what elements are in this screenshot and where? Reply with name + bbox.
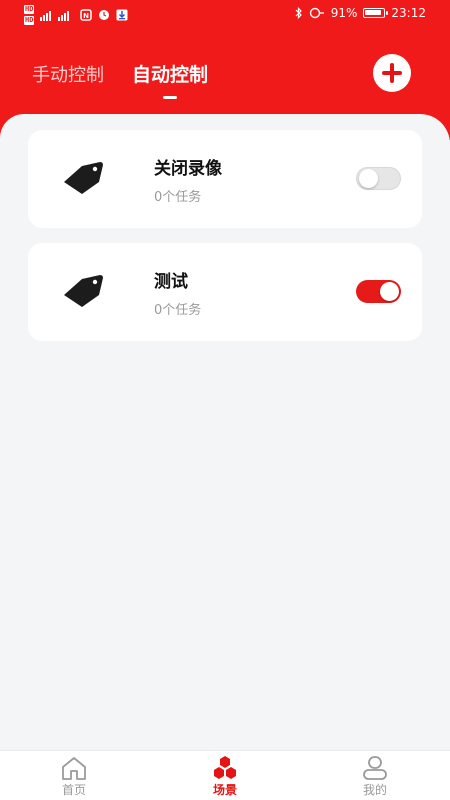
nav-item-profile[interactable]: 我的: [330, 751, 420, 800]
control-tabs: 手动控制 自动控制: [32, 60, 208, 87]
tab-auto-control[interactable]: 自动控制: [132, 60, 208, 87]
battery-percent: 91%: [330, 6, 358, 20]
data-saver-icon: [309, 7, 324, 19]
battery-icon: [363, 8, 389, 18]
alarm-icon: [99, 10, 110, 20]
bottom-navigation: 首页 场景 我的: [0, 750, 450, 800]
toggle-knob: [359, 169, 378, 188]
profile-icon: [363, 756, 387, 780]
scene-task-count: 0个任务: [154, 190, 202, 205]
nav-label-home: 首页: [61, 783, 86, 797]
nav-item-scene[interactable]: 场景: [180, 751, 270, 800]
status-bar: HD HD N 91% 23:12: [0, 0, 450, 28]
bluetooth-icon: [295, 7, 302, 19]
scene-task-count: 0个任务: [154, 303, 202, 318]
status-right: 91% 23:12: [295, 6, 426, 20]
nav-label-profile: 我的: [362, 783, 387, 797]
toggle-knob: [380, 282, 399, 301]
home-icon: [62, 757, 86, 780]
tab-manual-control[interactable]: 手动控制: [32, 61, 104, 87]
nav-label-scene: 场景: [212, 783, 237, 797]
nfc-icon: N: [80, 9, 93, 21]
tag-icon: [64, 162, 103, 194]
sim-indicators: HD HD: [24, 4, 35, 26]
tag-icon: [64, 275, 103, 307]
sim1-badge: HD: [24, 5, 35, 14]
nav-item-home[interactable]: 首页: [29, 751, 119, 800]
scene-card[interactable]: 关闭录像 0个任务: [28, 130, 422, 228]
status-left: HD HD N: [24, 4, 128, 26]
scene-list-panel: 关闭录像 0个任务 测试 0个任务: [0, 114, 450, 750]
scene-title: 测试: [154, 272, 188, 292]
svg-text:N: N: [84, 12, 90, 20]
scene-toggle[interactable]: [356, 280, 401, 303]
signal-icon: [40, 11, 70, 21]
scene-card[interactable]: 测试 0个任务: [28, 243, 422, 341]
clock: 23:12: [391, 6, 426, 20]
scene-icon: [214, 756, 236, 779]
plus-icon-vertical: [390, 63, 394, 83]
download-icon: [116, 9, 128, 21]
add-scene-button[interactable]: [373, 54, 411, 92]
sim2-badge: HD: [24, 16, 35, 25]
scene-toggle[interactable]: [356, 167, 401, 190]
scene-title: 关闭录像: [154, 159, 222, 179]
